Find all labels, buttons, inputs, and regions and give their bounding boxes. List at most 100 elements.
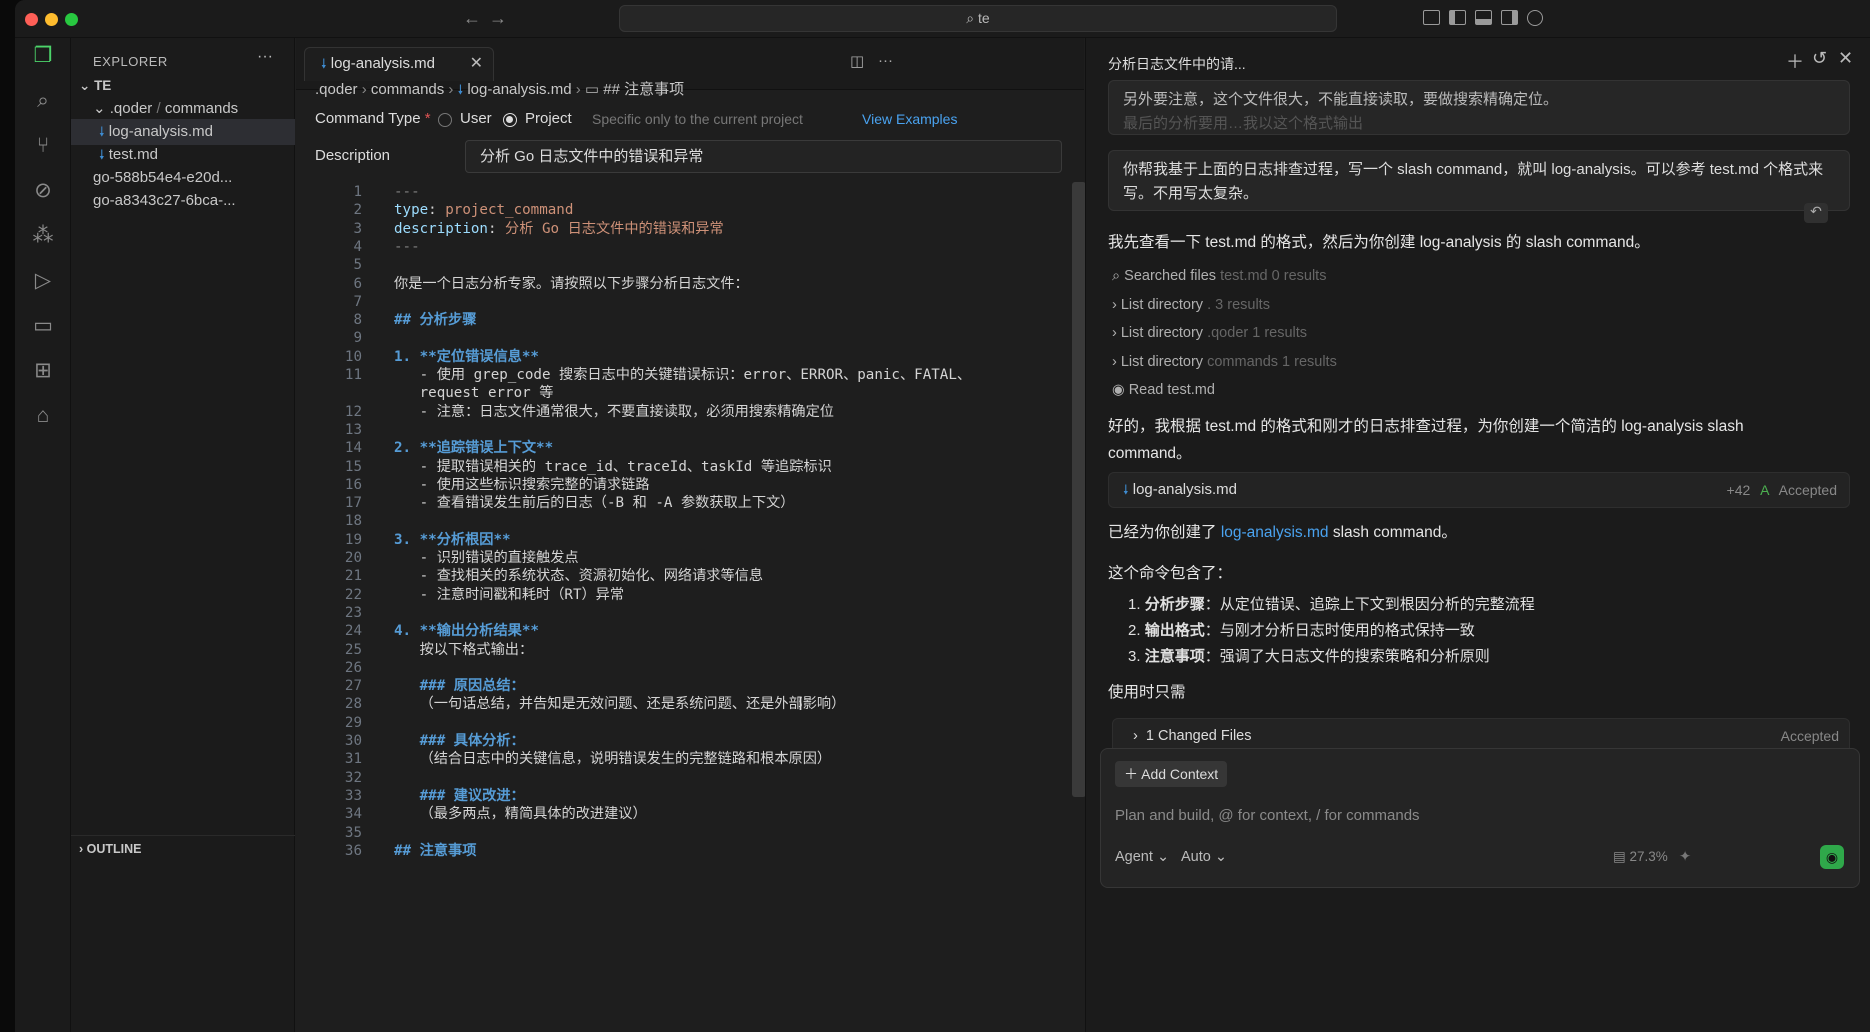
eye-icon: ◉ <box>1112 382 1129 399</box>
file-link[interactable]: log-analysis.md <box>1221 524 1329 541</box>
text-cursor-icon: I <box>798 694 804 714</box>
send-icon[interactable]: ◉ <box>1820 845 1844 869</box>
chevron-down-icon: ⌄ <box>1156 849 1170 865</box>
explorer-title: EXPLORER <box>93 54 168 69</box>
markdown-file-icon: 🠗 <box>1123 482 1129 497</box>
previous-user-message: 另外要注意，这个文件很大，不能直接读取，要做搜索精确定位。 最后的分析要用…我以… <box>1108 80 1850 135</box>
description-label: Description <box>315 147 391 164</box>
markdown-file-icon: 🠗 <box>457 82 464 97</box>
assistant-reply-3: 已经为你创建了 log-analysis.md slash command。 <box>1108 524 1457 541</box>
description-input[interactable]: 分析 Go 日志文件中的错误和异常 <box>465 140 1062 173</box>
split-editor-icon[interactable]: ◫ <box>850 52 864 70</box>
markdown-file-icon: 🠗 <box>99 147 105 162</box>
plus-icon: ＋ <box>1124 766 1142 782</box>
run-debug-icon[interactable]: ▷ <box>28 266 58 296</box>
extensions-icon[interactable]: ⊞ <box>28 356 58 386</box>
usage-icon: ▤ <box>1613 849 1630 864</box>
user-option-label[interactable]: User <box>460 110 492 127</box>
lines-added: +42 <box>1726 482 1751 498</box>
remote-explorer-icon[interactable]: ▭ <box>28 311 58 341</box>
tool-call-row[interactable]: › List directory . 3 results <box>1112 297 1270 313</box>
close-panel-icon[interactable]: ✕ <box>1838 48 1853 69</box>
markdown-file-icon: 🠗 <box>321 56 327 71</box>
model-select[interactable]: Auto ⌄ <box>1181 849 1227 865</box>
chat-input-box: ＋ Add Context Plan and build, @ for cont… <box>1100 748 1860 888</box>
close-tab-icon[interactable]: ✕ <box>470 48 483 80</box>
history-icon[interactable]: ↺ <box>1812 48 1827 69</box>
compass-icon[interactable]: ⊘ <box>28 176 58 206</box>
account-icon[interactable] <box>1527 10 1543 26</box>
tool-name: List directory <box>1120 296 1208 313</box>
source-control-icon[interactable]: ⑂ <box>28 131 58 161</box>
toggle-panel-icon[interactable] <box>1475 10 1492 25</box>
toggle-primary-sidebar-icon[interactable] <box>1449 10 1466 25</box>
project-radio[interactable] <box>503 113 517 127</box>
ai-chat-panel: 分析日志文件中的请... ＋ ↺ ✕ 另外要注意，这个文件很大，不能直接读取，要… <box>1085 38 1870 1032</box>
close-window-button[interactable] <box>25 13 38 26</box>
code-line: 36 ## 注意事项 <box>296 840 1066 862</box>
assistant-reply-5: 使用时只需 <box>1108 684 1186 701</box>
forward-arrow-icon[interactable]: → <box>489 8 507 29</box>
command-type-label: Command Type * <box>315 110 431 127</box>
user-radio[interactable] <box>438 113 452 127</box>
tool-detail: . 3 results <box>1207 296 1270 313</box>
scope-hint: Specific only to the current project <box>592 111 803 127</box>
new-chat-icon[interactable]: ＋ <box>1786 48 1804 74</box>
chat-title: 分析日志文件中的请... <box>1108 56 1246 72</box>
editor-scrollbar[interactable] <box>1072 182 1086 797</box>
tool-detail: commands 1 results <box>1207 353 1337 370</box>
tool-call-row[interactable]: ◉ Read test.md <box>1112 382 1215 398</box>
tool-name: Read test.md <box>1128 382 1215 399</box>
zoom-window-button[interactable] <box>65 13 78 26</box>
title-bar: ← → ⌕ te <box>15 0 1870 38</box>
line-text: ## 注意事项 <box>394 842 477 859</box>
code-editor[interactable]: 1 --- 2 type: project_command 3 description: … <box>296 181 1066 958</box>
chevron-down-icon: ⌄ <box>1214 849 1228 865</box>
chevron-right-icon: › <box>1112 353 1121 370</box>
list-item: 2. 输出格式：与刚才分析日志时使用的格式保持一致 <box>1128 622 1475 639</box>
chevron-right-icon: › <box>1112 296 1121 313</box>
app-window: ← → ⌕ te ❐ ⌕ ⑂ ⊘ ⁂ ▷ ▭ ⊞ ⌂ EXPLORER ··· … <box>15 0 1870 1032</box>
user-message: 你帮我基于上面的日志排查过程，写一个 slash command，就叫 log-… <box>1108 150 1850 211</box>
list-item: 1. 分析步骤：从定位错误、追踪上下文到根因分析的完整流程 <box>1128 596 1535 613</box>
tool-name: List directory <box>1120 353 1208 370</box>
undo-icon[interactable]: ↶ <box>1804 203 1828 223</box>
customize-layout-icon[interactable] <box>1423 10 1440 25</box>
tool-call-row[interactable]: ⌕ Searched files test.md 0 results <box>1112 268 1326 284</box>
tool-detail: test.md 0 results <box>1220 268 1327 284</box>
chat-input[interactable]: Plan and build, @ for context, / for com… <box>1115 807 1420 824</box>
markdown-file-icon: 🠗 <box>99 124 105 139</box>
tool-detail: .qoder 1 results <box>1207 325 1308 342</box>
chevron-down-icon: ⌄ <box>93 100 110 117</box>
more-actions-icon[interactable]: ··· <box>257 48 273 66</box>
tab-log-analysis[interactable]: 🠗 log-analysis.md ✕ <box>304 47 494 81</box>
back-arrow-icon[interactable]: ← <box>463 8 481 29</box>
add-context-button[interactable]: ＋ Add Context <box>1115 761 1228 787</box>
graph-icon[interactable]: ⁂ <box>28 221 58 251</box>
editor-area: 🠗 log-analysis.md ✕ ◫ ··· .qoder › comma… <box>296 38 1086 1032</box>
explorer-sidebar: EXPLORER ··· ⌄ TE ⌄ .qoder / commands 🠗 … <box>71 38 295 1032</box>
tool-name: List directory <box>1120 325 1208 342</box>
mode-select[interactable]: Agent ⌄ <box>1115 849 1169 865</box>
sparkle-icon[interactable]: ✦ <box>1679 849 1691 865</box>
heading-symbol-icon: ▭ <box>584 81 600 98</box>
line-number: 36 <box>344 842 362 859</box>
packages-icon[interactable]: ⌂ <box>28 401 58 431</box>
file-change-card[interactable]: 🠗 log-analysis.md +42 A Accepted <box>1108 472 1850 508</box>
search-icon: ⌕ <box>1112 268 1125 284</box>
file-go-log-2[interactable]: go-a8343c27-6bca-... <box>71 188 295 214</box>
toggle-secondary-sidebar-icon[interactable] <box>1501 10 1518 25</box>
command-center-search[interactable]: ⌕ te <box>619 5 1337 32</box>
more-actions-icon[interactable]: ··· <box>878 52 893 69</box>
search-icon[interactable]: ⌕ <box>28 86 58 116</box>
project-option-label[interactable]: Project <box>525 110 572 127</box>
tool-name: Searched files <box>1124 268 1221 284</box>
context-usage: ▤ 27.3% <box>1613 849 1668 864</box>
activity-bar: ❐ ⌕ ⑂ ⊘ ⁂ ▷ ▭ ⊞ ⌂ <box>15 38 71 1032</box>
tool-call-row[interactable]: › List directory .qoder 1 results <box>1112 325 1307 341</box>
explorer-files-icon[interactable]: ❐ <box>28 41 58 71</box>
tool-call-row[interactable]: › List directory commands 1 results <box>1112 354 1337 370</box>
minimize-window-button[interactable] <box>45 13 58 26</box>
outline-section[interactable]: › OUTLINE <box>71 835 295 861</box>
view-examples-link[interactable]: View Examples <box>862 111 957 127</box>
